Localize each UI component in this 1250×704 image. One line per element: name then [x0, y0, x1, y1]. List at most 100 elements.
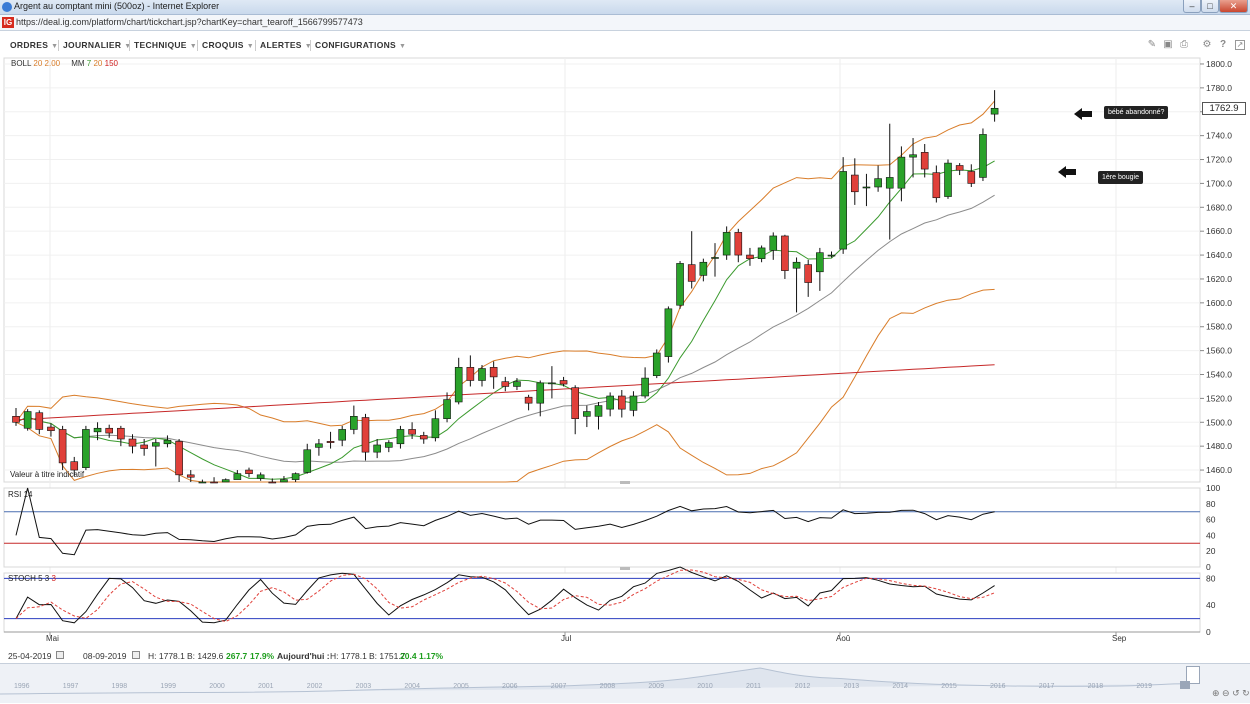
- candle-body: [699, 261, 708, 276]
- candle-body: [12, 416, 20, 423]
- maximize-button[interactable]: □: [1201, 0, 1219, 13]
- print-icon[interactable]: ⎙: [1178, 39, 1190, 51]
- mm-param-7: 7: [86, 59, 92, 68]
- window-titlebar: Argent au comptant mini (500oz) - Intern…: [0, 0, 1250, 15]
- indicator-legend[interactable]: BOLL 20 2.00 MM 7 20 150: [11, 59, 118, 68]
- y-tick-label: 1620.0: [1206, 274, 1232, 284]
- stoch-legend[interactable]: STOCH 5 3 3: [8, 574, 56, 583]
- menu-label: ORDRES: [10, 40, 49, 50]
- annotation-label-first-candle[interactable]: 1ère bougie: [1098, 171, 1143, 184]
- candle-body: [664, 308, 673, 357]
- menu-journalier[interactable]: JOURNALIER ▼: [63, 40, 132, 50]
- candle-body: [361, 417, 370, 453]
- candle-body: [454, 367, 463, 403]
- candle-body: [152, 442, 160, 447]
- candle-body: [606, 395, 614, 410]
- annotation-label-baby[interactable]: bébé abandonné?: [1104, 106, 1169, 119]
- panel-splitter: [620, 481, 630, 484]
- stoch-axis-label: 40: [1206, 600, 1216, 610]
- candle-body: [478, 368, 486, 381]
- price-chart[interactable]: 1460.0 1480.0 1500.0 1520.0 1540.0 1560.0 1580…: [0, 54, 1250, 648]
- candle: [839, 157, 847, 254]
- candle-body: [210, 481, 218, 484]
- candle-body: [955, 165, 964, 171]
- candle-body: [326, 441, 335, 443]
- help-icon[interactable]: ?: [1217, 39, 1229, 51]
- candle-body: [35, 412, 44, 430]
- candle-body: [850, 174, 859, 193]
- menu-alertes[interactable]: ALERTES ▼: [260, 40, 312, 50]
- candle-body: [524, 396, 533, 404]
- menu-label: ALERTES: [260, 40, 302, 50]
- last-price-label: 1762.9: [1202, 102, 1246, 115]
- menu-divider: [129, 40, 130, 51]
- stoch-axis-label: 0: [1206, 627, 1211, 637]
- y-tick-label: 1720.0: [1206, 155, 1232, 165]
- candle-body: [617, 395, 626, 410]
- x-tick-label: Aoû: [836, 634, 850, 643]
- rsi-frame: [3, 487, 1201, 568]
- candle-body: [536, 382, 545, 404]
- candle-body: [979, 134, 987, 178]
- rsi-axis-label: 20: [1206, 546, 1216, 556]
- navigator-year: 1996: [14, 683, 30, 690]
- close-button[interactable]: ✕: [1219, 0, 1248, 13]
- expand-icon[interactable]: ↗: [1235, 40, 1245, 50]
- candle-body: [117, 427, 125, 440]
- candle-body: [291, 473, 300, 480]
- y-tick-label: 1700.0: [1206, 178, 1232, 188]
- calendar-icon[interactable]: [56, 651, 64, 659]
- navigator-graph: [0, 667, 1191, 695]
- candle-body: [128, 438, 137, 447]
- zoom-icons[interactable]: ⊕ ⊖ ↺ ↻: [1212, 688, 1250, 699]
- stoch-axis-label: 80: [1206, 573, 1216, 583]
- menu-divider: [310, 40, 311, 51]
- calendar-icon[interactable]: [132, 651, 140, 659]
- timeline-navigator[interactable]: 1996 1997 1998 1999 2000 2001 2002 2003 2004 2005…: [0, 663, 1250, 703]
- ruler-icon[interactable]: ✎: [1146, 39, 1158, 51]
- candle-body: [245, 469, 253, 474]
- candle-body: [105, 427, 113, 434]
- navigator-year: 2014: [892, 683, 908, 690]
- menu-divider: [255, 40, 256, 51]
- menu-configurations[interactable]: CONFIGURATIONS ▼: [315, 40, 406, 50]
- address-bar[interactable]: IG https://deal.ig.com/platform/chart/ti…: [0, 15, 1250, 31]
- candle-body: [396, 429, 405, 445]
- image-icon[interactable]: ▣: [1162, 39, 1174, 51]
- stoch-label: STOCH: [8, 574, 36, 583]
- candle-body: [676, 263, 684, 306]
- candle-body: [47, 426, 55, 431]
- navigator-year: 2008: [599, 683, 616, 690]
- menu-divider: [58, 40, 59, 51]
- price-panel-frame: [3, 57, 1201, 483]
- candle: [23, 409, 32, 431]
- menu-croquis[interactable]: CROQUIS ▼: [202, 40, 254, 50]
- candle-body: [303, 449, 312, 473]
- date-from[interactable]: 25-04-2019: [8, 651, 51, 661]
- candle: [944, 159, 952, 199]
- candle-body: [769, 235, 778, 251]
- status-bar: 25-04-2019 08-09-2019 H: 1778.1 B: 1429.…: [0, 648, 1250, 663]
- menu-ordres[interactable]: ORDRES ▼: [10, 40, 58, 50]
- today-change: 20.4: [400, 651, 417, 661]
- navigator-year: 1997: [62, 683, 79, 690]
- navigator-year: 2011: [746, 683, 762, 690]
- stoch-panel: 0 40 80: [3, 566, 1216, 637]
- navigator-scroll-left[interactable]: [1180, 681, 1190, 689]
- candle-body: [920, 152, 929, 170]
- minimize-button[interactable]: –: [1183, 0, 1201, 13]
- candle-body: [641, 377, 649, 397]
- candle-body: [722, 232, 731, 256]
- rsi-legend[interactable]: RSI 14: [8, 490, 32, 499]
- date-to[interactable]: 08-09-2019: [83, 651, 126, 661]
- candle-body: [932, 172, 941, 199]
- menu-label: JOURNALIER: [63, 40, 122, 50]
- navigator-year: 2004: [404, 683, 420, 690]
- candle-body: [548, 382, 556, 385]
- rsi-axis-label: 100: [1206, 483, 1220, 493]
- candle-body: [990, 107, 999, 115]
- candle-body: [280, 479, 288, 483]
- url-text[interactable]: https://deal.ig.com/platform/chart/tickc…: [16, 17, 363, 27]
- gear-icon[interactable]: ⚙: [1201, 39, 1213, 51]
- menu-technique[interactable]: TECHNIQUE ▼: [134, 40, 197, 50]
